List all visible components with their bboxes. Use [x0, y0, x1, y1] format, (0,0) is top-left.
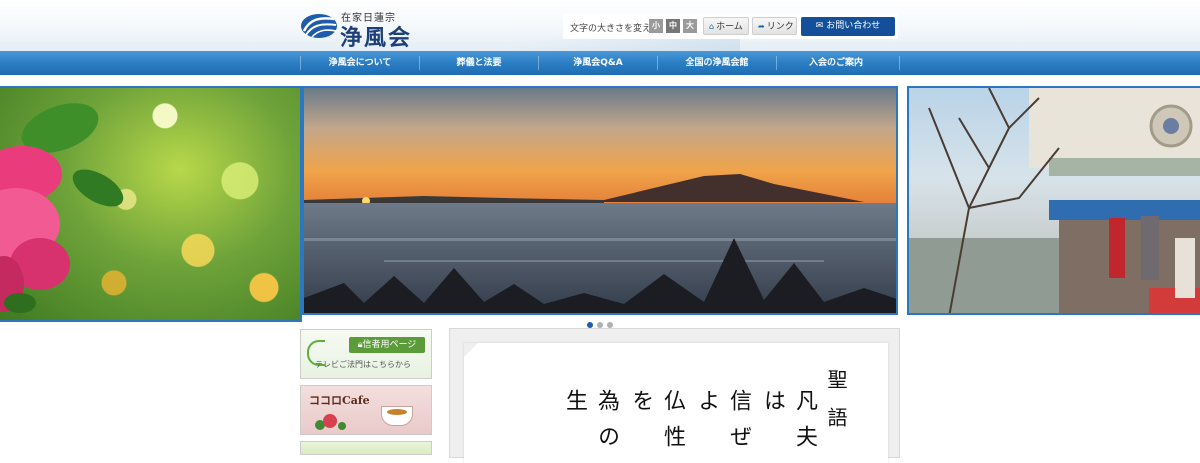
cafe-title: ココロCafe [309, 394, 370, 407]
font-size-large-button[interactable]: 大 [683, 19, 697, 33]
nav-item-halls[interactable]: 全国の浄風会館 [658, 51, 776, 75]
believer-page-badge: 🔒︎信者用ページ [349, 337, 425, 353]
tv-sermon-text: テレビご法門はこちらから [315, 360, 411, 369]
site-logo[interactable]: 在家日蓮宗 浄風会 [300, 8, 430, 51]
slide-flower[interactable] [0, 86, 302, 322]
home-button[interactable]: ⌂ ホーム [703, 17, 749, 35]
home-label: ホーム [716, 22, 743, 32]
flower-icon [323, 414, 337, 428]
teacup-icon [381, 406, 413, 426]
nav-item-funeral[interactable]: 葬儀と法要 [420, 51, 538, 75]
slide-temple[interactable] [907, 86, 1200, 315]
contact-label: お問い合わせ [826, 21, 881, 31]
kokoro-cafe-banner[interactable]: ココロCafe [300, 385, 432, 435]
link-label: リンク [766, 22, 794, 32]
contact-button[interactable]: ✉ お問い合わせ [801, 17, 895, 36]
verse-line-4: 為の生 [562, 389, 619, 461]
camellia-flower-image [0, 103, 124, 313]
slide-mountain[interactable] [302, 86, 898, 315]
verse-line-2: 信ぜよ [694, 389, 751, 461]
sidebar-banner-3[interactable] [300, 441, 432, 455]
nav-item-about[interactable]: 浄風会について [301, 51, 419, 75]
font-size-label: 文字の大きさを変える [570, 24, 660, 34]
arrow-icon: ➦ [758, 22, 765, 31]
font-size-medium-button[interactable]: 中 [666, 19, 680, 33]
utility-bar: 文字の大きさを変える 小 中 大 ⌂ ホーム ➦ リンク ✉ お問い合わせ [563, 14, 898, 39]
believer-page-banner[interactable]: 🔒︎信者用ページ テレビご法門はこちらから [300, 329, 432, 379]
home-icon: ⌂ [709, 22, 715, 31]
verse-title: 聖語 [824, 369, 848, 445]
font-size-small-button[interactable]: 小 [649, 19, 663, 33]
verse-line-1: 凡夫は [760, 389, 817, 461]
sacred-words-panel: 聖語 凡夫は 信ぜよ 仏性を 為の生 [449, 328, 900, 463]
page-fold-decoration [464, 343, 478, 357]
mountain-sunrise-image [304, 88, 896, 313]
nav-divider [899, 56, 900, 70]
nav-item-join[interactable]: 入会のご案内 [777, 51, 895, 75]
sacred-words-card: 聖語 凡夫は 信ぜよ 仏性を 為の生 [464, 343, 888, 463]
wave-logo-icon [301, 14, 337, 38]
logo-title: 浄風会 [340, 25, 413, 51]
verse-line-3: 仏性を [628, 389, 685, 461]
main-nav: 浄風会について 葬儀と法要 浄風会Q&A 全国の浄風会館 入会のご案内 [0, 51, 1200, 75]
temple-entrance-image [909, 88, 1200, 313]
link-button[interactable]: ➦ リンク [752, 17, 797, 35]
site-header: 在家日蓮宗 浄風会 文字の大きさを変える 小 中 大 ⌂ ホーム ➦ リンク ✉ お… [0, 0, 1200, 51]
nav-item-qa[interactable]: 浄風会Q&A [539, 51, 657, 75]
mail-icon: ✉ [815, 21, 824, 31]
believer-page-label: 信者用ページ [362, 340, 417, 350]
